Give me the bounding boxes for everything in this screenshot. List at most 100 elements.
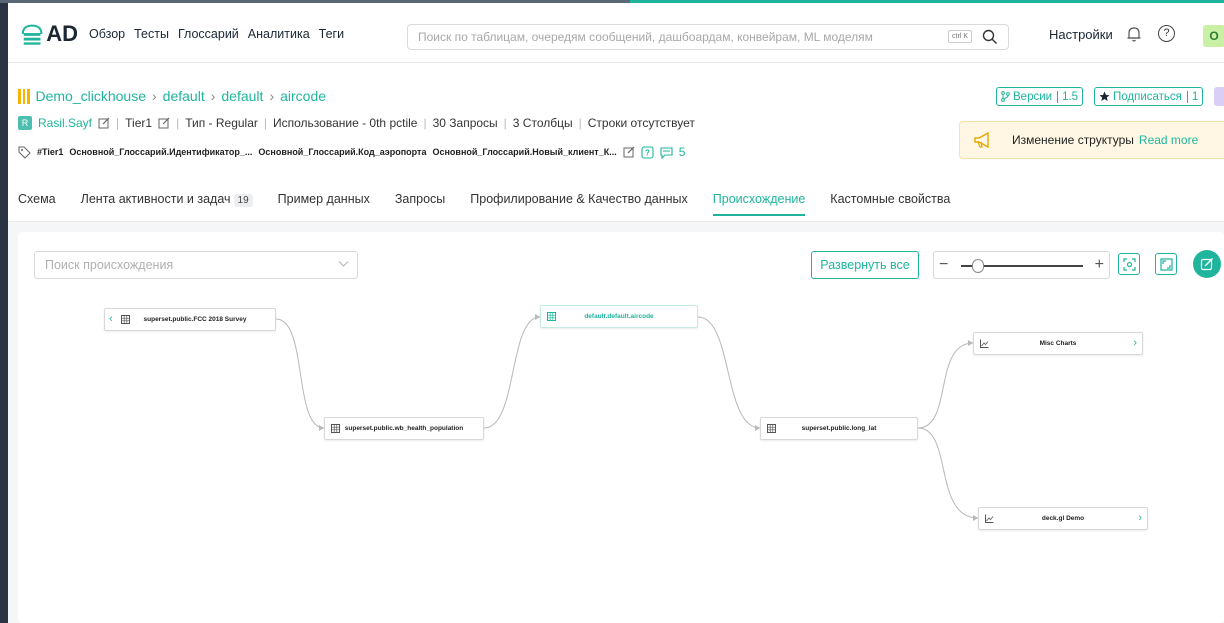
lineage-search-input[interactable] xyxy=(45,258,325,272)
owner-name[interactable]: Rasil.Sayf xyxy=(38,116,92,130)
entity-tabs: Схема Лента активности и задач 19 Пример … xyxy=(18,192,950,216)
versions-label: Версии xyxy=(1013,90,1053,103)
columns-label: 3 Столбцы xyxy=(512,116,573,130)
node-label: Misc Charts xyxy=(1039,340,1077,347)
nav-tests[interactable]: Тесты xyxy=(134,27,169,41)
subscribe-value: 1 xyxy=(1186,90,1198,103)
queries-label: 30 Запросы xyxy=(432,116,498,130)
shortcut-badge: ctrl K xyxy=(948,30,972,43)
notice-text: Изменение структуры xyxy=(1012,133,1134,147)
svg-text:?: ? xyxy=(645,148,650,157)
global-search[interactable]: ctrl K xyxy=(407,24,1009,50)
usage-label: Использование - 0th pctile xyxy=(273,116,418,130)
tag-tier[interactable]: #Tier1 xyxy=(37,147,63,157)
table-icon xyxy=(547,312,556,321)
rows-label: Строки отсутствует xyxy=(587,116,695,130)
type-label: Тип - Regular xyxy=(185,116,258,130)
tab-sample-data[interactable]: Пример данных xyxy=(278,192,370,216)
activity-count-badge: 19 xyxy=(233,194,253,207)
focus-icon xyxy=(1122,257,1136,271)
request-description-icon[interactable]: ? xyxy=(641,145,654,159)
nav-glossary[interactable]: Глоссарий xyxy=(178,27,239,41)
zoom-in-button[interactable]: + xyxy=(1095,256,1104,274)
lineage-node-long-lat[interactable]: superset.public.long_lat xyxy=(760,417,918,440)
table-tier-icon xyxy=(18,88,30,104)
help-icon[interactable]: ? xyxy=(1158,25,1175,42)
top-header: AD Обзор Тесты Глоссарий Аналитика Теги … xyxy=(8,3,1224,63)
nav-analytics[interactable]: Аналитика xyxy=(248,27,310,41)
subscribe-label: Подписаться xyxy=(1113,90,1182,103)
chevron-down-icon xyxy=(338,261,349,267)
fullscreen-button[interactable] xyxy=(1155,253,1177,275)
app-window: AD Обзор Тесты Глоссарий Аналитика Теги … xyxy=(8,3,1224,623)
bell-icon[interactable] xyxy=(1126,25,1142,43)
settings-menu[interactable]: Настройки xyxy=(1049,27,1113,42)
entity-meta: R Rasil.Sayf | Tier1 | Тип - Regular | И… xyxy=(18,116,695,130)
node-label: superset.public.long_lat xyxy=(801,425,877,432)
tag-glossary-id[interactable]: Основной_Глоссарий.Идентификатор_... xyxy=(69,147,252,157)
tab-lineage[interactable]: Происхождение xyxy=(712,192,805,216)
chevron-right-icon[interactable]: › xyxy=(1138,512,1142,524)
schema-change-notice: Изменение структуры Read more xyxy=(959,121,1224,159)
edit-lineage-button[interactable] xyxy=(1193,250,1221,278)
table-icon xyxy=(767,424,776,433)
chevron-right-icon: › xyxy=(269,88,275,104)
edit-tags-icon[interactable] xyxy=(623,146,635,158)
main-nav: Обзор Тесты Глоссарий Аналитика Теги xyxy=(89,27,344,41)
table-icon xyxy=(331,424,340,433)
chevron-right-icon: › xyxy=(152,88,157,104)
lineage-panel xyxy=(18,232,1224,623)
user-avatar[interactable]: O xyxy=(1203,25,1224,47)
search-icon[interactable] xyxy=(982,29,998,45)
chevron-right-icon[interactable]: › xyxy=(1133,337,1137,349)
node-label: superset.public.wb_health_population xyxy=(344,425,464,432)
tab-activity-feed[interactable]: Лента активности и задач 19 xyxy=(81,192,253,216)
tags-row: #Tier1 Основной_Глоссарий.Идентификатор_… xyxy=(18,145,685,159)
tab-profiler[interactable]: Профилирование & Качество данных xyxy=(470,192,688,216)
lineage-node-misc-charts[interactable]: Misc Charts › xyxy=(973,332,1143,355)
nav-tags[interactable]: Теги xyxy=(319,27,344,41)
breadcrumb-table[interactable]: aircode xyxy=(280,88,326,104)
logo[interactable]: AD xyxy=(20,19,78,49)
logo-text: AD xyxy=(46,21,78,46)
lineage-node-fcc-survey[interactable]: ‹ superset.public.FCC 2018 Survey xyxy=(104,308,276,331)
tag-icon xyxy=(18,146,31,159)
node-label: superset.public.FCC 2018 Survey xyxy=(143,316,247,323)
tag-glossary-airport[interactable]: Основной_Глоссарий.Код_аэропорта xyxy=(258,147,426,157)
tab-custom-properties[interactable]: Кастомные свойства xyxy=(830,192,950,216)
conversation-icon[interactable] xyxy=(660,146,673,159)
read-more-link[interactable]: Read more xyxy=(1139,133,1198,147)
versions-button[interactable]: Версии 1.5 xyxy=(996,87,1084,106)
edit-tier-icon[interactable] xyxy=(158,117,170,129)
lineage-node-deck-gl[interactable]: deck.gl Demo › xyxy=(978,507,1148,530)
nav-overview[interactable]: Обзор xyxy=(89,27,125,41)
logo-icon xyxy=(21,24,43,45)
more-actions-button[interactable] xyxy=(1214,87,1224,106)
global-search-input[interactable] xyxy=(418,30,928,44)
versions-value: 1.5 xyxy=(1057,90,1078,103)
lineage-node-aircode[interactable]: default.default.aircode xyxy=(540,305,698,328)
breadcrumb-service[interactable]: Demo_clickhouse xyxy=(36,88,147,104)
dashboard-icon xyxy=(985,514,994,523)
table-icon xyxy=(121,315,130,324)
task-count[interactable]: 5 xyxy=(679,145,686,159)
zoom-control: − + xyxy=(933,251,1110,279)
breadcrumb-schema[interactable]: default xyxy=(221,88,263,104)
expand-all-button[interactable]: Развернуть все xyxy=(811,251,919,279)
breadcrumb-database[interactable]: default xyxy=(163,88,205,104)
zoom-slider-handle[interactable] xyxy=(972,259,984,273)
lineage-search[interactable] xyxy=(34,251,358,279)
tier-label: Tier1 xyxy=(125,116,153,130)
fit-view-button[interactable] xyxy=(1118,253,1140,275)
breadcrumb: Demo_clickhouse › default › default › ai… xyxy=(18,88,326,104)
tag-glossary-client[interactable]: Основной_Глоссарий.Новый_клиент_К... xyxy=(432,147,616,157)
tab-schema[interactable]: Схема xyxy=(18,192,56,216)
node-label: deck.gl Demo xyxy=(1041,515,1085,522)
edit-owner-icon[interactable] xyxy=(98,117,110,129)
owner-avatar: R xyxy=(18,116,32,130)
tab-queries[interactable]: Запросы xyxy=(395,192,445,216)
lineage-node-wb-health[interactable]: superset.public.wb_health_population xyxy=(324,417,484,440)
chevron-left-icon[interactable]: ‹ xyxy=(109,313,113,325)
zoom-out-button[interactable]: − xyxy=(939,256,948,274)
subscribe-button[interactable]: Подписаться 1 xyxy=(1094,87,1204,106)
